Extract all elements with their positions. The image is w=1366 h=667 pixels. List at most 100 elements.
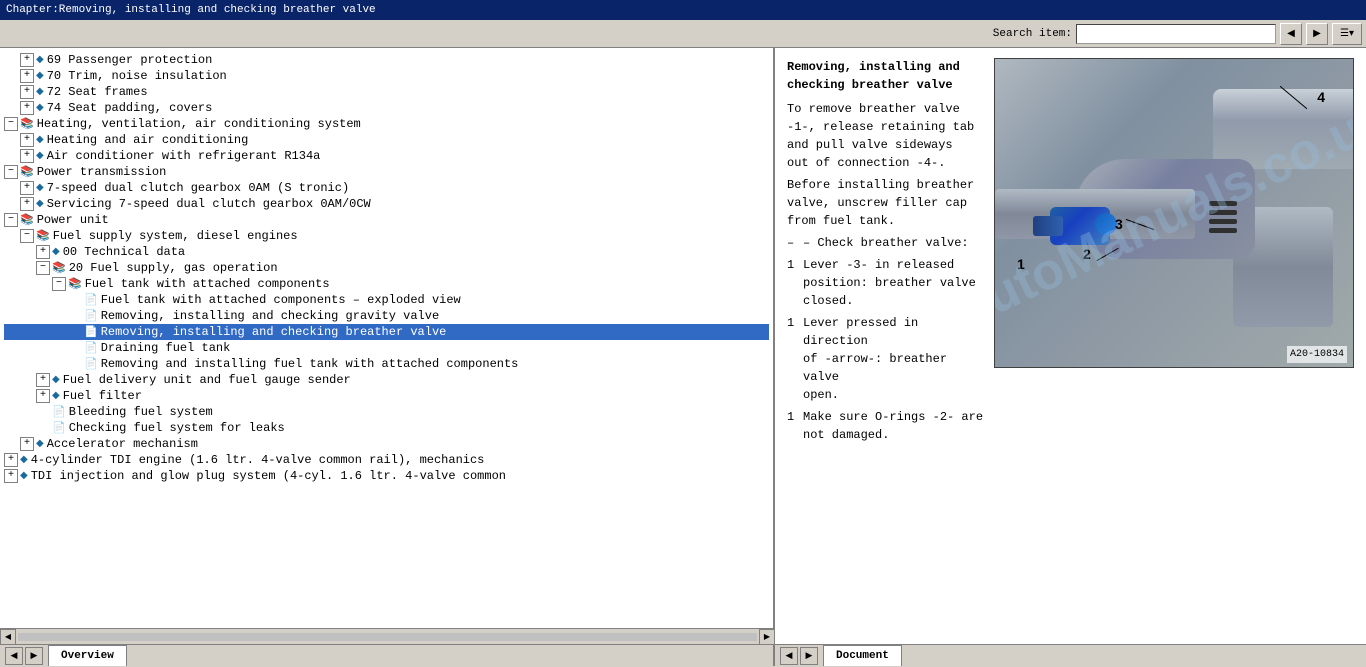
tree-item-3[interactable]: +◆72 Seat frames	[4, 84, 769, 100]
expand-button-5[interactable]: −	[4, 117, 18, 131]
tree-item-9[interactable]: +◆7-speed dual clutch gearbox 0AM (S tro…	[4, 180, 769, 196]
expand-button-4[interactable]: +	[20, 101, 34, 115]
scroll-right-button[interactable]: ▶	[759, 629, 775, 645]
nav-doc-left-button[interactable]: ◀	[780, 647, 798, 665]
tree-item-7[interactable]: +◆Air conditioner with refrigerant R134a	[4, 148, 769, 164]
book-icon-8: 📚	[20, 165, 34, 179]
tree-item-18[interactable]: 📄Removing, installing and checking breat…	[4, 324, 769, 340]
expand-button-11[interactable]: −	[4, 213, 18, 227]
nav-left-button[interactable]: ◀	[5, 647, 23, 665]
expand-button-1[interactable]: +	[20, 53, 34, 67]
tree-item-12[interactable]: −📚Fuel supply system, diesel engines	[4, 228, 769, 244]
paragraph-text-2: – Check breather valve:	[803, 234, 969, 252]
tree-item-17[interactable]: 📄Removing, installing and checking gravi…	[4, 308, 769, 324]
tree-label-25: Accelerator mechanism	[47, 437, 198, 451]
image-area: 1 2 3 4 A20-10834 autoManuals.co.uk	[994, 58, 1354, 634]
content-area: Removing, installing and checking breath…	[775, 48, 1366, 644]
callout-3: 3	[1115, 214, 1123, 235]
expand-button-2[interactable]: +	[20, 69, 34, 83]
nav-right-button[interactable]: ▶	[25, 647, 43, 665]
expand-button-3[interactable]: +	[20, 85, 34, 99]
tree-label-23: Bleeding fuel system	[69, 405, 213, 419]
tree-item-27[interactable]: +◆TDI injection and glow plug system (4-…	[4, 468, 769, 484]
expand-button-27[interactable]: +	[4, 469, 18, 483]
diamond-icon-25: ◆	[36, 438, 44, 450]
expand-button-9[interactable]: +	[20, 181, 34, 195]
search-label: Search item:	[993, 28, 1072, 40]
statusbar: ◀ ▶ Overview ◀ ▶ Document	[0, 644, 1366, 666]
tree-label-6: Heating and air conditioning	[47, 133, 249, 147]
expand-button-8[interactable]: −	[4, 165, 18, 179]
expand-button-7[interactable]: +	[20, 149, 34, 163]
tree-item-4[interactable]: +◆74 Seat padding, covers	[4, 100, 769, 116]
tree-item-22[interactable]: +◆Fuel filter	[4, 388, 769, 404]
image-reference: A20-10834	[1287, 346, 1347, 363]
tree-label-9: 7-speed dual clutch gearbox 0AM (S troni…	[47, 181, 349, 195]
book-icon-5: 📚	[20, 117, 34, 131]
list-marker-2: –	[787, 234, 799, 252]
tree-item-24[interactable]: 📄Checking fuel system for leaks	[4, 420, 769, 436]
diamond-icon-4: ◆	[36, 102, 44, 114]
tree-label-4: 74 Seat padding, covers	[47, 101, 213, 115]
paragraph-text-4: Lever pressed in direction of -arrow-: b…	[803, 314, 984, 404]
tree-item-13[interactable]: +◆00 Technical data	[4, 244, 769, 260]
search-next-button[interactable]: ▶	[1306, 23, 1328, 45]
scroll-track[interactable]	[18, 633, 757, 641]
tree-label-24: Checking fuel system for leaks	[69, 421, 285, 435]
tree-item-10[interactable]: +◆Servicing 7-speed dual clutch gearbox …	[4, 196, 769, 212]
tree-item-26[interactable]: +◆4-cylinder TDI engine (1.6 ltr. 4-valv…	[4, 452, 769, 468]
expand-button-13[interactable]: +	[36, 245, 50, 259]
tree-item-19[interactable]: 📄Draining fuel tank	[4, 340, 769, 356]
tree-item-11[interactable]: −📚Power unit	[4, 212, 769, 228]
scroll-left-button[interactable]: ◀	[0, 629, 16, 645]
tree-item-2[interactable]: +◆70 Trim, noise insulation	[4, 68, 769, 84]
tree-item-14[interactable]: −📚20 Fuel supply, gas operation	[4, 260, 769, 276]
tree-label-3: 72 Seat frames	[47, 85, 148, 99]
tree-item-5[interactable]: −📚Heating, ventilation, air conditioning…	[4, 116, 769, 132]
doc-icon-18: 📄	[84, 325, 98, 339]
scroll-nav-right: ◀ ▶	[775, 645, 823, 667]
document-tab[interactable]: Document	[823, 645, 902, 666]
tree-item-8[interactable]: −📚Power transmission	[4, 164, 769, 180]
tree-item-16[interactable]: 📄Fuel tank with attached components – ex…	[4, 292, 769, 308]
doc-icon-23: 📄	[52, 405, 66, 419]
search-input[interactable]	[1076, 24, 1276, 44]
book-icon-15: 📚	[68, 277, 82, 291]
tree-label-10: Servicing 7-speed dual clutch gearbox 0A…	[47, 197, 371, 211]
expand-button-10[interactable]: +	[20, 197, 34, 211]
status-left: ◀ ▶ Overview	[0, 645, 775, 666]
expand-button-12[interactable]: −	[20, 229, 34, 243]
tree-item-1[interactable]: +◆69 Passenger protection	[4, 52, 769, 68]
paragraph-text-1: Before installing breather valve, unscre…	[787, 176, 974, 230]
diamond-icon-13: ◆	[52, 246, 60, 258]
tree-label-13: 00 Technical data	[63, 245, 185, 259]
tree-container[interactable]: +◆69 Passenger protection+◆70 Trim, nois…	[0, 48, 773, 628]
list-marker-3: 1	[787, 256, 799, 310]
book-icon-14: 📚	[52, 261, 66, 275]
search-prev-button[interactable]: ◀	[1280, 23, 1302, 45]
titlebar: Chapter:Removing, installing and checkin…	[0, 0, 1366, 20]
tree-item-23[interactable]: 📄Bleeding fuel system	[4, 404, 769, 420]
tree-item-20[interactable]: 📄Removing and installing fuel tank with …	[4, 356, 769, 372]
expand-button-25[interactable]: +	[20, 437, 34, 451]
tree-item-25[interactable]: +◆Accelerator mechanism	[4, 436, 769, 452]
status-right: ◀ ▶ Document	[775, 645, 1366, 666]
horizontal-scrollbar[interactable]: ◀ ▶	[0, 628, 775, 644]
diamond-icon-9: ◆	[36, 182, 44, 194]
nav-doc-right-button[interactable]: ▶	[800, 647, 818, 665]
tree-item-21[interactable]: +◆Fuel delivery unit and fuel gauge send…	[4, 372, 769, 388]
expand-button-15[interactable]: −	[52, 277, 66, 291]
tree-item-6[interactable]: +◆Heating and air conditioning	[4, 132, 769, 148]
tree-item-15[interactable]: −📚Fuel tank with attached components	[4, 276, 769, 292]
expand-button-14[interactable]: −	[36, 261, 50, 275]
search-menu-button[interactable]: ☰▾	[1332, 23, 1362, 45]
expand-button-26[interactable]: +	[4, 453, 18, 467]
diamond-icon-10: ◆	[36, 198, 44, 210]
diamond-icon-6: ◆	[36, 134, 44, 146]
tree-label-1: 69 Passenger protection	[47, 53, 213, 67]
expand-button-22[interactable]: +	[36, 389, 50, 403]
overview-tab[interactable]: Overview	[48, 645, 127, 666]
right-panel: Removing, installing and checking breath…	[775, 48, 1366, 644]
expand-button-6[interactable]: +	[20, 133, 34, 147]
expand-button-21[interactable]: +	[36, 373, 50, 387]
